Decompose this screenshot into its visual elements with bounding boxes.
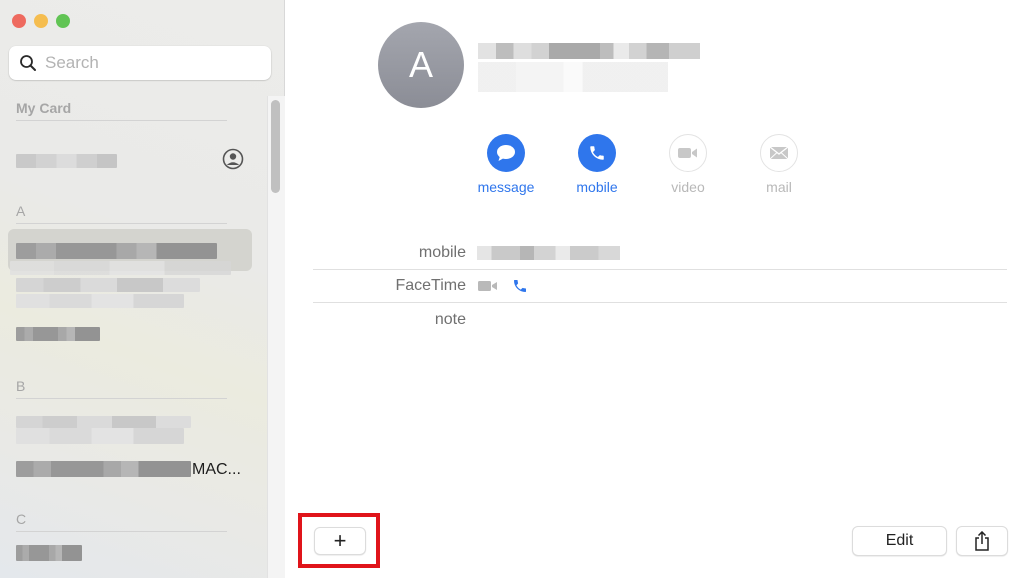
section-header-b: B	[16, 378, 227, 399]
close-window-button[interactable]	[12, 14, 26, 28]
contact-name-redacted	[10, 261, 231, 275]
contact-list-item-sub	[16, 294, 184, 308]
mail-label: mail	[766, 179, 792, 195]
video-button	[669, 134, 707, 172]
message-label: message	[477, 179, 535, 195]
message-button[interactable]	[487, 134, 525, 172]
contact-list-item-sub	[16, 428, 184, 444]
quick-actions: message mobile video mail	[478, 134, 799, 195]
contact-list-item[interactable]	[16, 327, 100, 341]
contact-list-item[interactable]	[16, 545, 82, 561]
contact-name-suffix: MAC...	[192, 461, 241, 478]
video-label: video	[671, 179, 705, 195]
field-label-note: note	[434, 310, 466, 328]
field-row-facetime: FaceTime	[313, 270, 1007, 303]
my-card-header: My Card	[16, 100, 227, 121]
contact-name-redacted	[478, 43, 700, 59]
phone-icon	[590, 146, 604, 160]
video-camera-icon	[678, 148, 697, 158]
window-controls	[12, 14, 70, 28]
message-bubble-icon	[497, 145, 515, 161]
search-icon	[20, 55, 36, 71]
action-mail: mail	[759, 134, 799, 195]
field-value-facetime	[477, 278, 528, 294]
sidebar: My Card A B MAC... C	[0, 0, 285, 578]
my-card-name-redacted[interactable]	[16, 154, 117, 168]
minimize-window-button[interactable]	[34, 14, 48, 28]
section-header-c: C	[16, 511, 227, 532]
contact-fields: mobile FaceTime note	[313, 237, 1007, 336]
action-video: video	[668, 134, 708, 195]
contact-detail-pane: A message mobile video mail mobile FaceT…	[286, 0, 1024, 578]
field-row-mobile: mobile	[313, 237, 1007, 270]
facetime-audio-icon[interactable]	[512, 278, 528, 294]
edit-button[interactable]: Edit	[852, 526, 947, 556]
field-label-facetime: FaceTime	[395, 277, 466, 294]
contact-list-item[interactable]	[16, 278, 200, 292]
avatar[interactable]: A	[378, 22, 464, 108]
share-icon	[975, 531, 989, 551]
search-field[interactable]	[9, 46, 271, 80]
share-button[interactable]	[956, 526, 1008, 556]
mobile-label: mobile	[576, 179, 618, 195]
field-row-note: note	[313, 303, 1007, 336]
contacts-window: My Card A B MAC... C A	[0, 0, 1024, 578]
facetime-video-icon[interactable]	[477, 279, 499, 293]
search-input[interactable]	[45, 53, 245, 73]
maximize-window-button[interactable]	[56, 14, 70, 28]
person-circle-icon	[222, 148, 244, 170]
contact-list-item[interactable]	[16, 416, 191, 428]
section-header-a: A	[16, 203, 227, 224]
scrollbar-thumb[interactable]	[271, 100, 280, 193]
field-value-mobile[interactable]	[477, 246, 620, 260]
add-contact-button[interactable]: +	[314, 527, 366, 555]
action-message[interactable]: message	[478, 134, 534, 195]
action-mobile[interactable]: mobile	[576, 134, 618, 195]
phone-number-redacted[interactable]	[477, 246, 620, 260]
contact-name-redacted	[16, 243, 217, 259]
mail-button	[760, 134, 798, 172]
call-button[interactable]	[578, 134, 616, 172]
contact-subtitle-redacted	[478, 62, 668, 92]
envelope-icon	[769, 146, 789, 160]
contact-list-item[interactable]	[16, 461, 191, 477]
sidebar-scrollbar[interactable]	[267, 96, 285, 578]
field-label-mobile: mobile	[418, 244, 466, 261]
